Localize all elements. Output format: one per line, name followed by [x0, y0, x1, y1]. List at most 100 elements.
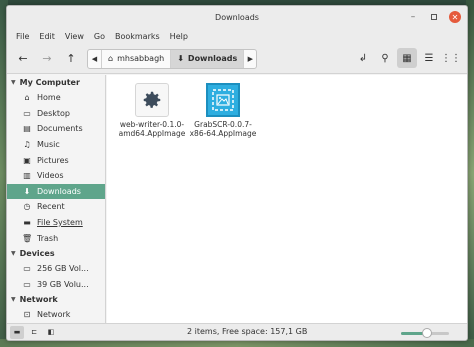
list-icon: ☰: [424, 52, 434, 64]
menubar: File Edit View Go Bookmarks Help: [7, 28, 467, 44]
sidebar-item-label: File System: [37, 218, 83, 228]
show-treeview-button[interactable]: ⊏: [27, 326, 41, 339]
menu-file[interactable]: File: [11, 32, 34, 41]
filesystem-icon: ▬: [23, 218, 31, 228]
sidebar-item-home[interactable]: ⌂ Home: [7, 90, 105, 106]
breadcrumb-next-button[interactable]: ▶: [243, 49, 256, 68]
icon-view-button[interactable]: ▦: [397, 48, 417, 68]
sidebar-item-label: Videos: [37, 171, 64, 181]
window-title: Downloads: [215, 12, 259, 22]
sidebar-item-videos[interactable]: ▥ Videos: [7, 168, 105, 184]
minimize-icon: –: [410, 12, 416, 22]
back-button[interactable]: ←: [13, 49, 33, 69]
file-item[interactable]: web-writer-0.1.0- amd64.AppImage: [111, 83, 193, 138]
sidebar-section-devices[interactable]: ▼ Devices: [7, 246, 105, 261]
maximize-icon: [431, 14, 437, 20]
file-name-line-1: GrabSCR-0.0.7-: [194, 120, 252, 129]
breadcrumb-downloads[interactable]: ⬇ Downloads: [170, 49, 244, 68]
close-button[interactable]: ✕: [449, 11, 461, 23]
arrow-right-icon: →: [42, 52, 52, 65]
location-icon: ↲: [358, 52, 368, 64]
search-button[interactable]: ⚲: [375, 48, 395, 68]
pictures-icon: ▣: [23, 155, 31, 165]
recent-icon: ◷: [23, 202, 31, 212]
breadcrumb-home[interactable]: ⌂ mhsabbagh: [101, 49, 170, 68]
maximize-button[interactable]: [428, 11, 440, 23]
file-name-line-2: x86-64.AppImage: [189, 129, 257, 138]
list-view-button[interactable]: ☰: [419, 48, 439, 68]
sidebar-item-documents[interactable]: ▤ Documents: [7, 121, 105, 137]
arrow-left-icon: ←: [18, 52, 28, 65]
videos-icon: ▥: [23, 171, 31, 181]
sidebar-item-label: 39 GB Volu...: [37, 279, 89, 289]
sidebar-item-label: Trash: [37, 233, 59, 243]
sidebar-section-my-computer[interactable]: ▼ My Computer: [7, 75, 105, 90]
trash-icon: 🗑: [22, 233, 33, 243]
grid-icon: ▦: [402, 52, 412, 64]
sidebar-section-title: Network: [19, 295, 58, 305]
search-icon: ⚲: [381, 52, 389, 64]
sidebar-item-file-system[interactable]: ▬ File System: [7, 215, 105, 231]
minimize-button[interactable]: –: [407, 11, 419, 23]
sidebar-section-network[interactable]: ▼ Network: [7, 292, 105, 307]
home-icon: ⌂: [24, 93, 30, 103]
sidebar-item-label: Network: [37, 310, 71, 320]
sidebar-item-label: Downloads: [37, 186, 81, 196]
menu-view[interactable]: View: [60, 32, 89, 41]
download-icon: ⬇: [23, 186, 31, 196]
triangle-left-icon: ◀: [91, 54, 98, 63]
toggle-location-button[interactable]: ↲: [353, 48, 373, 68]
hide-sidebar-button[interactable]: ◧: [44, 326, 58, 339]
screenshot-app-icon: [206, 83, 240, 117]
gear-icon: [135, 83, 169, 117]
music-icon: ♫: [23, 140, 31, 150]
sidebar-item-label: Documents: [37, 124, 83, 134]
file-view[interactable]: web-writer-0.1.0- amd64.AppImage GrabSCR…: [107, 75, 467, 325]
sidebar-section-title: My Computer: [19, 78, 80, 87]
sidebar-item-desktop[interactable]: ▭ Desktop: [7, 106, 105, 122]
menu-edit[interactable]: Edit: [34, 32, 60, 41]
sidebar-item-volume-39[interactable]: ▭ 39 GB Volu...: [7, 277, 105, 293]
menu-bookmarks[interactable]: Bookmarks: [110, 32, 165, 41]
sidebar-item-pictures[interactable]: ▣ Pictures: [7, 152, 105, 168]
desktop-icon: ▭: [23, 108, 31, 118]
sidebar-item-music[interactable]: ♫ Music: [7, 137, 105, 153]
home-icon: ⌂: [108, 54, 114, 63]
breadcrumb-label: Downloads: [187, 54, 238, 63]
statusbar: ▬ ⊏ ◧ 2 items, Free space: 157,1 GB: [7, 323, 467, 340]
zoom-slider-handle[interactable]: [422, 328, 433, 338]
sidebar-item-label: Desktop: [37, 108, 70, 118]
status-text: 2 items, Free space: 157,1 GB: [187, 327, 308, 336]
toolbar-right: ↲ ⚲ ▦ ☰ ⋮⋮: [353, 48, 461, 68]
chevron-down-icon: ▼: [11, 249, 16, 257]
file-item[interactable]: GrabSCR-0.0.7- x86-64.AppImage: [182, 83, 264, 138]
sidebar-item-network[interactable]: ⊡ Network: [7, 307, 105, 323]
compact-view-button[interactable]: ⋮⋮: [441, 48, 461, 68]
documents-icon: ▤: [23, 124, 31, 134]
close-icon: ✕: [451, 12, 459, 22]
up-button[interactable]: ↑: [61, 49, 81, 69]
forward-button[interactable]: →: [37, 49, 57, 69]
sidebar-section-title: Devices: [19, 248, 55, 258]
network-icon: ⊡: [23, 310, 31, 320]
menu-help[interactable]: Help: [165, 32, 193, 41]
sidebar: ▼ My Computer ⌂ Home ▭ Desktop ▤ Documents …: [7, 75, 106, 325]
sidebar-item-label: 256 GB Vol...: [37, 264, 89, 274]
titlebar[interactable]: Downloads – ✕: [7, 6, 467, 28]
folder-icon: ▬: [13, 328, 21, 336]
arrow-up-icon: ↑: [66, 52, 76, 65]
chevron-down-icon: ▼: [11, 79, 16, 86]
breadcrumb-prev-button[interactable]: ◀: [88, 50, 101, 68]
compact-icon: ⋮⋮: [441, 52, 461, 64]
menu-go[interactable]: Go: [89, 32, 110, 41]
sidebar-item-label: Home: [37, 93, 61, 103]
chevron-down-icon: ▼: [11, 296, 16, 304]
sidebar-item-recent[interactable]: ◷ Recent: [7, 199, 105, 215]
sidebar-icon: ◧: [47, 328, 55, 336]
file-name-line-1: web-writer-0.1.0-: [119, 120, 185, 129]
sidebar-item-downloads[interactable]: ⬇ Downloads: [7, 183, 105, 200]
zoom-slider[interactable]: [401, 328, 449, 338]
sidebar-item-volume-256[interactable]: ▭ 256 GB Vol...: [7, 261, 105, 277]
show-places-button[interactable]: ▬: [10, 325, 24, 339]
sidebar-item-trash[interactable]: 🗑 Trash: [7, 230, 105, 246]
